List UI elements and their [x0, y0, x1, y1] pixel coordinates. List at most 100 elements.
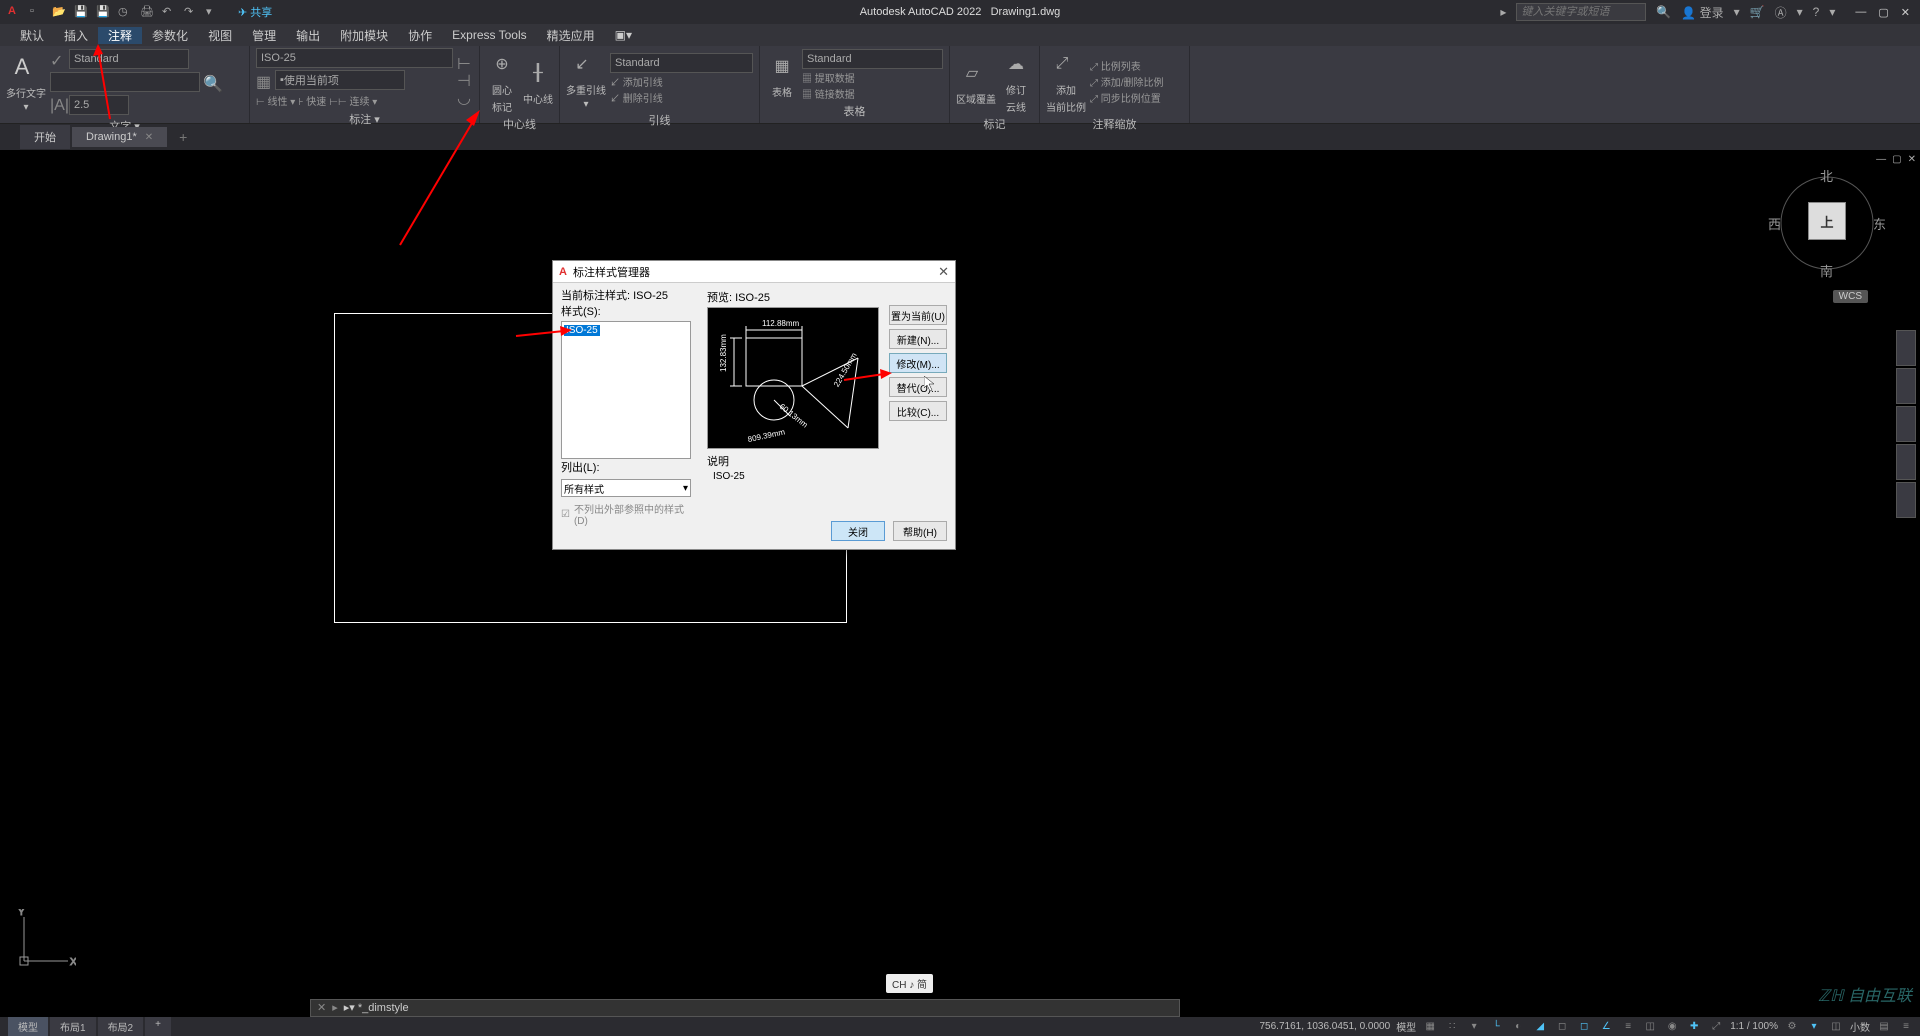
- info-icon[interactable]: ▸: [1500, 5, 1506, 19]
- lineweight-icon[interactable]: ≡: [1620, 1020, 1636, 1034]
- snap-icon[interactable]: ∷: [1444, 1020, 1460, 1034]
- grid-icon[interactable]: ▦: [1422, 1020, 1438, 1034]
- dim-quick-button[interactable]: ⊦ 快速: [298, 93, 326, 108]
- dim-style-dropdown[interactable]: ISO-25: [256, 48, 453, 68]
- revcloud-icon[interactable]: ☁: [1000, 48, 1032, 80]
- osnap-icon[interactable]: ◻: [1554, 1020, 1570, 1034]
- styles-listbox[interactable]: ISO-25: [561, 321, 691, 459]
- text-height-input[interactable]: 2.5: [69, 95, 129, 115]
- remove-leader-button[interactable]: ↙ 删除引线: [610, 90, 753, 105]
- menu-addins[interactable]: 附加模块: [330, 27, 398, 44]
- viewcube-south[interactable]: 南: [1820, 261, 1833, 280]
- scale-display[interactable]: 1:1 / 100%: [1730, 1021, 1778, 1032]
- dim-icon[interactable]: ⊣: [457, 71, 473, 87]
- annomonitor-icon[interactable]: ✚: [1686, 1020, 1702, 1034]
- quickprops-icon[interactable]: ▤: [1876, 1020, 1892, 1034]
- maximize-icon[interactable]: ▢: [1892, 154, 1901, 165]
- command-input[interactable]: ✕ ▸ ▸▾ *_dimstyle: [310, 999, 1180, 1017]
- find-input[interactable]: [50, 72, 200, 92]
- new-icon[interactable]: ▫: [30, 5, 44, 19]
- polar-icon[interactable]: ◐: [1510, 1020, 1526, 1034]
- dim-icon[interactable]: ◡: [457, 88, 473, 104]
- web-icon[interactable]: ◷: [118, 5, 132, 19]
- list-item[interactable]: ISO-25: [564, 325, 600, 336]
- addscale-icon[interactable]: ⤢: [1046, 48, 1078, 80]
- gear-icon[interactable]: ⚙: [1784, 1020, 1800, 1034]
- redo-icon[interactable]: ↷: [184, 5, 198, 19]
- user-icon[interactable]: 👤 登录: [1681, 4, 1723, 21]
- minimize-icon[interactable]: —: [1876, 154, 1886, 165]
- save-icon[interactable]: 💾: [74, 5, 88, 19]
- compare-button[interactable]: 比较(C)...: [889, 401, 947, 421]
- extract-data-button[interactable]: ▦ 提取数据: [802, 70, 943, 85]
- adddelscale-button[interactable]: ⤢ 添加/删除比例: [1090, 74, 1164, 89]
- nav-wheel-icon[interactable]: [1896, 330, 1916, 366]
- isodraft-icon[interactable]: ◢: [1532, 1020, 1548, 1034]
- menu-parametric[interactable]: 参数化: [142, 27, 198, 44]
- units-icon[interactable]: ◫: [1828, 1020, 1844, 1034]
- maximize-icon[interactable]: ▢: [1878, 6, 1888, 19]
- mtext-icon[interactable]: A: [6, 51, 38, 83]
- minimize-icon[interactable]: —: [1855, 6, 1866, 19]
- cycling-icon[interactable]: ◉: [1664, 1020, 1680, 1034]
- plot-icon[interactable]: 🖨: [140, 5, 154, 19]
- panel-leader-title[interactable]: 引线: [566, 110, 753, 130]
- syncscale-button[interactable]: ⤢ 同步比例位置: [1090, 90, 1164, 105]
- close-icon[interactable]: ✕: [1908, 154, 1916, 165]
- text-style-dropdown[interactable]: Standard: [69, 49, 189, 69]
- close-icon[interactable]: ✕: [938, 264, 949, 280]
- close-button[interactable]: 关闭: [831, 521, 885, 541]
- chevron-down-icon[interactable]: ▾: [566, 99, 606, 110]
- viewcube-east[interactable]: 东: [1873, 214, 1886, 233]
- chevron-down-icon[interactable]: ▾: [1734, 5, 1740, 19]
- viewcube[interactable]: 北 南 东 西 上: [1772, 168, 1882, 278]
- share-button[interactable]: ✈ 共享: [238, 4, 272, 20]
- dim-icon[interactable]: ⊢: [457, 54, 473, 70]
- menu-express[interactable]: Express Tools: [442, 28, 536, 42]
- scalelist-button[interactable]: ⤢ 比例列表: [1090, 58, 1164, 73]
- transparency-icon[interactable]: ◫: [1642, 1020, 1658, 1034]
- mleader-icon[interactable]: ↙: [566, 48, 598, 80]
- panel-table-title[interactable]: 表格: [766, 101, 943, 121]
- layer-icon[interactable]: ▦: [256, 72, 272, 88]
- units-display[interactable]: 小数: [1850, 1019, 1870, 1034]
- panel-dim-title[interactable]: 标注 ▾: [256, 109, 473, 129]
- nav-showmotion-icon[interactable]: [1896, 482, 1916, 518]
- menu-annotate[interactable]: 注释: [98, 27, 142, 44]
- saveas-icon[interactable]: 💾: [96, 5, 110, 19]
- menu-insert[interactable]: 插入: [54, 27, 98, 44]
- table-icon[interactable]: ▦: [766, 50, 798, 82]
- tab-model[interactable]: 模型: [8, 1017, 48, 1036]
- infer-icon[interactable]: ▾: [1466, 1020, 1482, 1034]
- nav-orbit-icon[interactable]: [1896, 444, 1916, 480]
- close-icon[interactable]: ✕: [317, 1001, 326, 1014]
- viewcube-west[interactable]: 西: [1768, 214, 1781, 233]
- help-button[interactable]: 帮助(H): [893, 521, 947, 541]
- chevron-down-icon[interactable]: ▾: [1829, 5, 1835, 19]
- list-filter-dropdown[interactable]: 所有样式▾: [561, 479, 691, 497]
- tab-layout1[interactable]: 布局1: [50, 1017, 96, 1036]
- search-icon[interactable]: 🔍: [1656, 5, 1671, 19]
- close-icon[interactable]: ✕: [1901, 6, 1910, 19]
- find-icon[interactable]: 🔍: [203, 74, 219, 90]
- drawing-canvas[interactable]: — ▢ ✕ 北 南 东 西 上 WCS YX: [0, 150, 1920, 998]
- open-icon[interactable]: 📂: [52, 5, 66, 19]
- app-icon[interactable]: Ⓐ: [1775, 4, 1787, 21]
- nav-zoom-icon[interactable]: [1896, 406, 1916, 442]
- dim-layer-dropdown[interactable]: ▪ 使用当前项: [275, 70, 405, 90]
- modify-button[interactable]: 修改(M)...: [889, 353, 947, 373]
- leader-style-dropdown[interactable]: Standard: [610, 53, 753, 73]
- help-icon[interactable]: ?: [1813, 5, 1820, 19]
- menu-featured[interactable]: 精选应用: [537, 27, 605, 44]
- menu-view[interactable]: 视图: [198, 27, 242, 44]
- wcs-badge[interactable]: WCS: [1833, 290, 1868, 303]
- set-current-button[interactable]: 置为当前(U): [889, 305, 947, 325]
- search-input[interactable]: [1516, 3, 1646, 21]
- customize-icon[interactable]: ≡: [1898, 1020, 1914, 1034]
- dim-continue-button[interactable]: ⊢⊢ 连续 ▾: [329, 93, 377, 108]
- viewcube-north[interactable]: 北: [1820, 166, 1833, 185]
- menu-default[interactable]: 默认: [10, 27, 54, 44]
- close-icon[interactable]: ✕: [145, 132, 153, 143]
- annoscale-icon[interactable]: ⤢: [1708, 1020, 1724, 1034]
- model-space-button[interactable]: 模型: [1396, 1019, 1416, 1034]
